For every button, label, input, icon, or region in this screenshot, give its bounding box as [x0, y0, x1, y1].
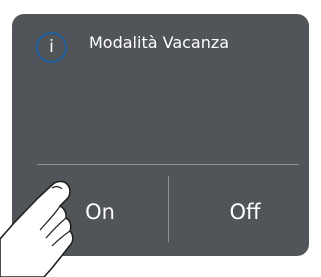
- vertical-divider: [168, 176, 169, 242]
- vacation-mode-dialog: i Modalità Vacanza On Off: [12, 14, 309, 256]
- info-icon: i: [36, 32, 67, 63]
- dialog-title: Modalità Vacanza: [89, 33, 230, 52]
- horizontal-divider: [37, 164, 299, 165]
- off-button[interactable]: Off: [185, 184, 305, 240]
- on-button[interactable]: On: [40, 184, 160, 240]
